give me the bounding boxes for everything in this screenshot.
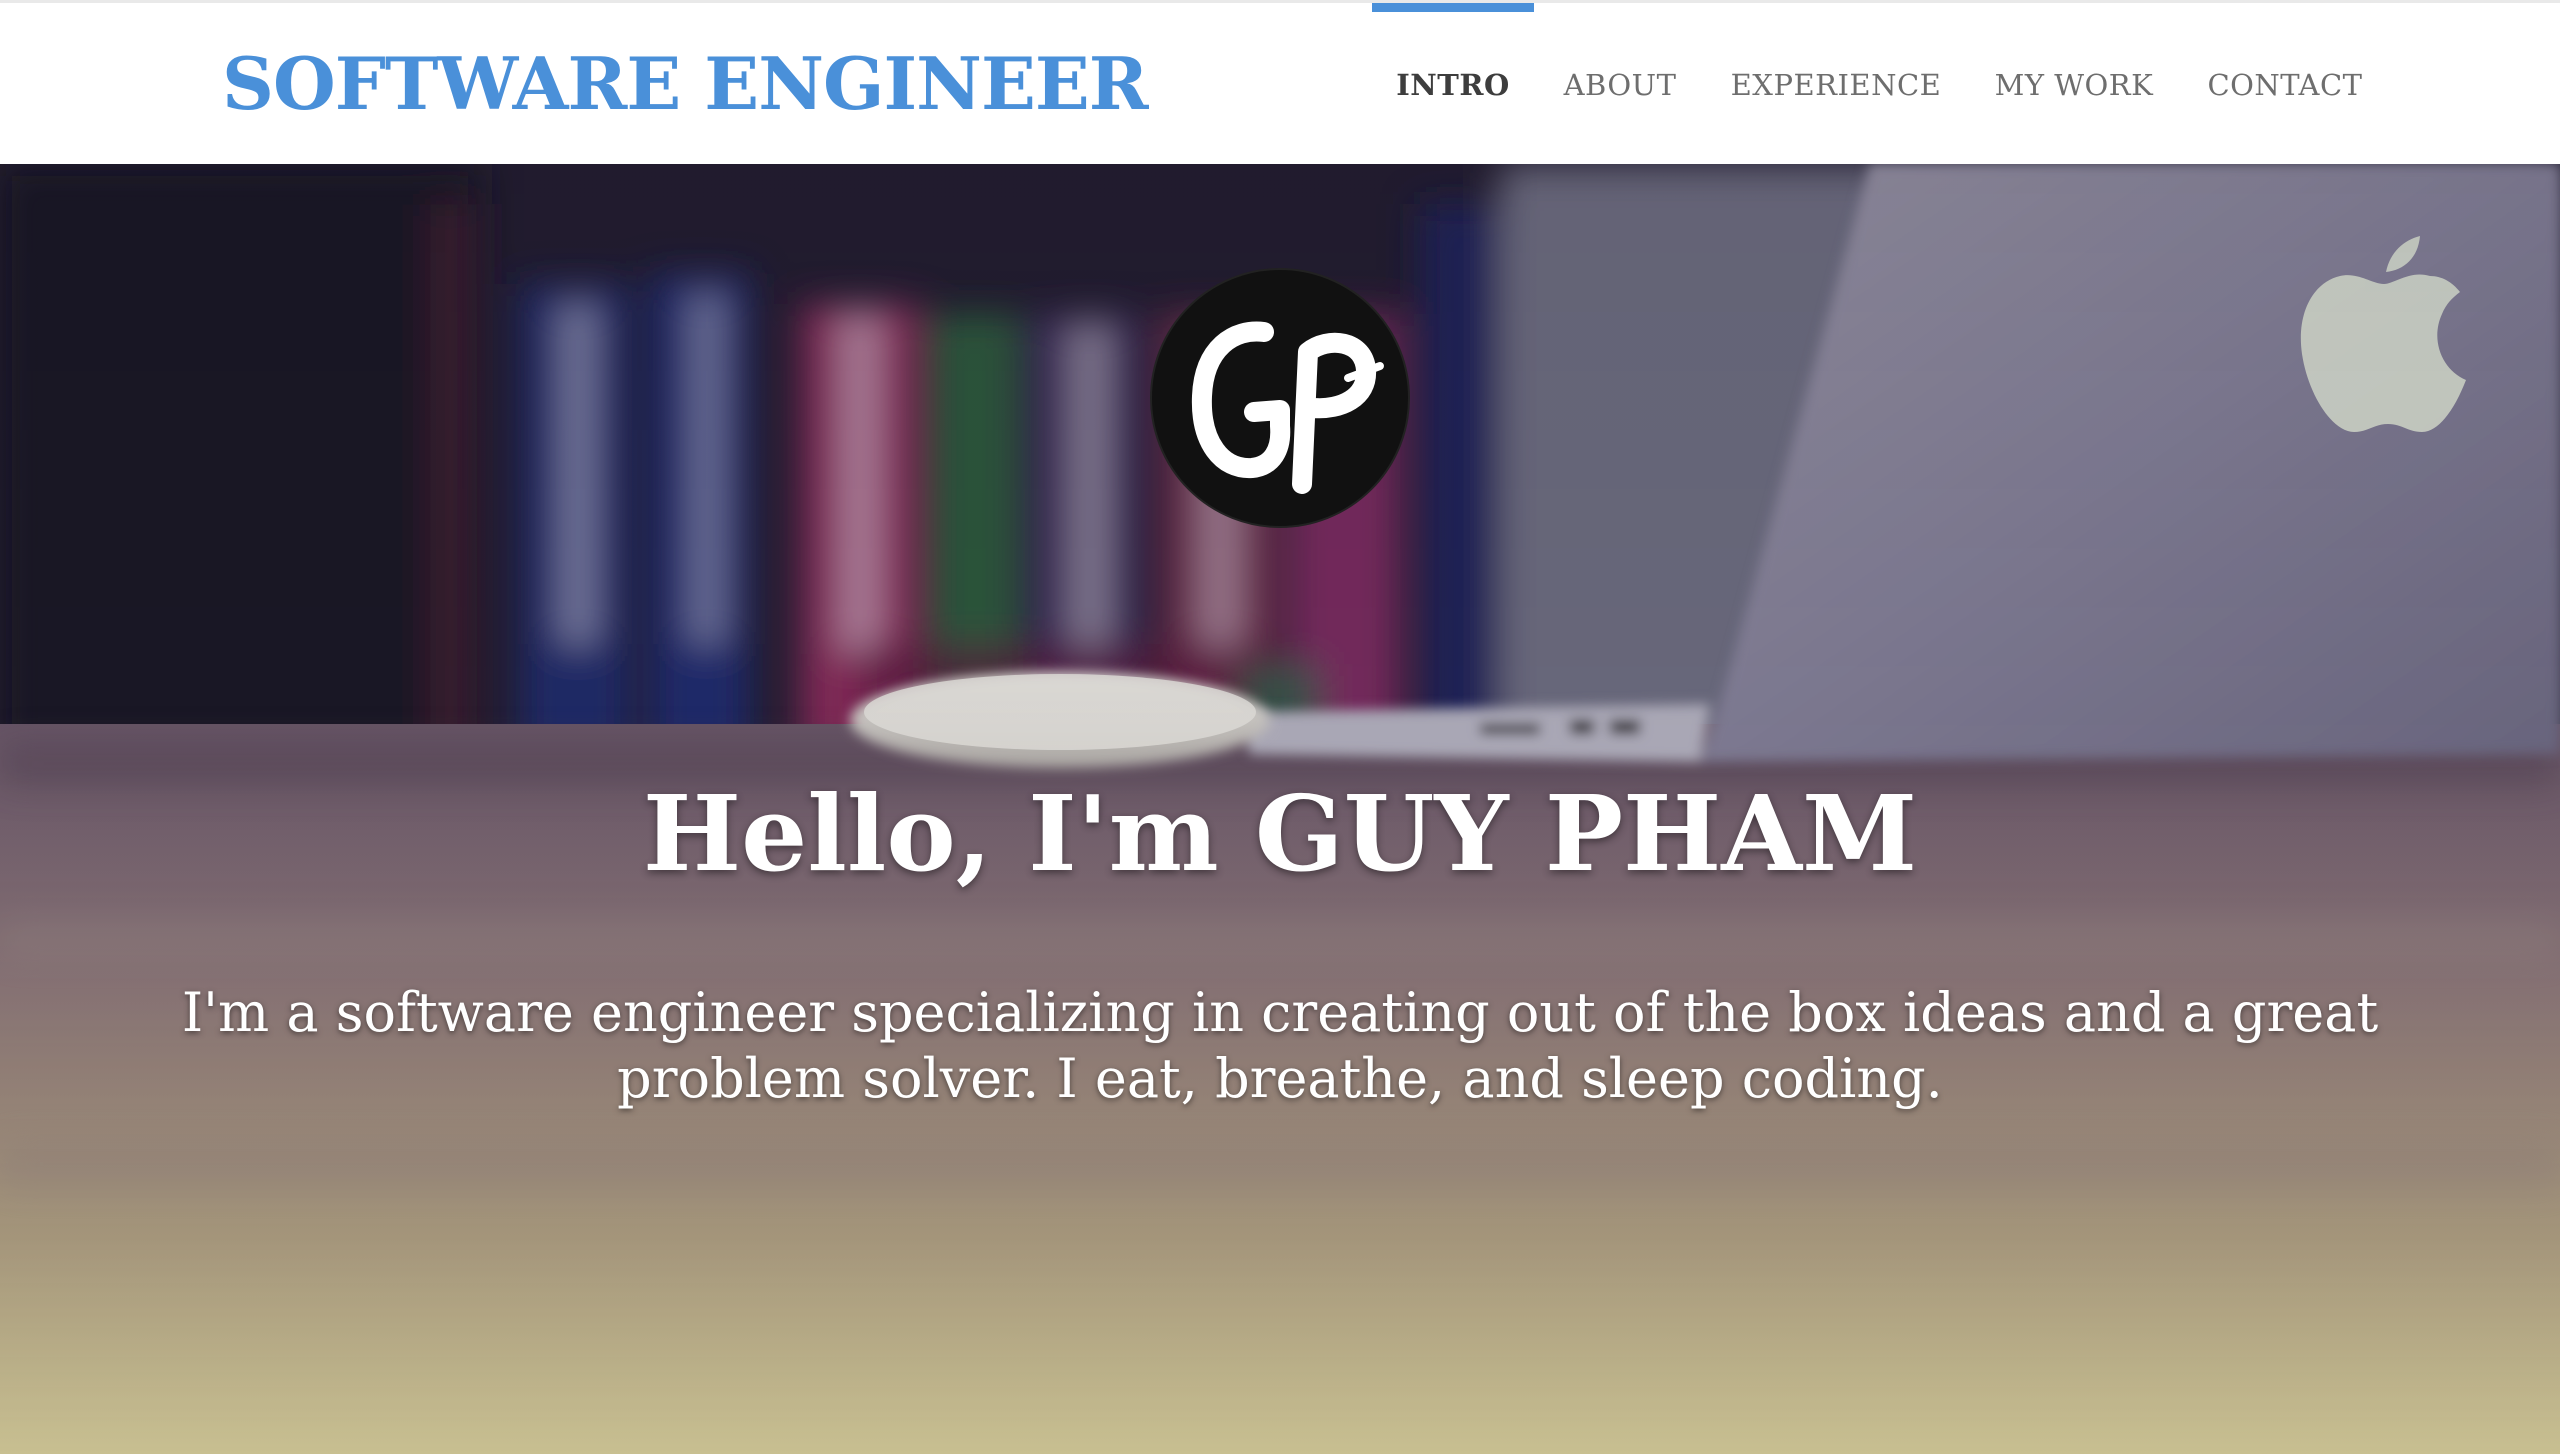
nav-item-about[interactable]: ABOUT (1546, 3, 1694, 167)
site-header: SOFTWARE ENGINEER INTRO ABOUT EXPERIENCE… (0, 0, 2560, 164)
main-nav: INTRO ABOUT EXPERIENCE MY WORK CONTACT (0, 3, 2560, 167)
nav-item-intro[interactable]: INTRO (1372, 3, 1534, 167)
nav-item-experience[interactable]: EXPERIENCE (1722, 3, 1950, 167)
gp-logo-mark (1191, 321, 1384, 494)
hero-title: Hello, I'm GUY PHAM (642, 772, 1918, 895)
nav-item-contact[interactable]: CONTACT (2196, 3, 2374, 167)
hero-section: Hello, I'm GUY PHAM I'm a software engin… (0, 164, 2560, 1454)
nav-item-my-work[interactable]: MY WORK (1984, 3, 2164, 167)
hero-subtitle: I'm a software engineer specializing in … (181, 981, 2379, 1110)
gp-logo (1150, 268, 1410, 528)
